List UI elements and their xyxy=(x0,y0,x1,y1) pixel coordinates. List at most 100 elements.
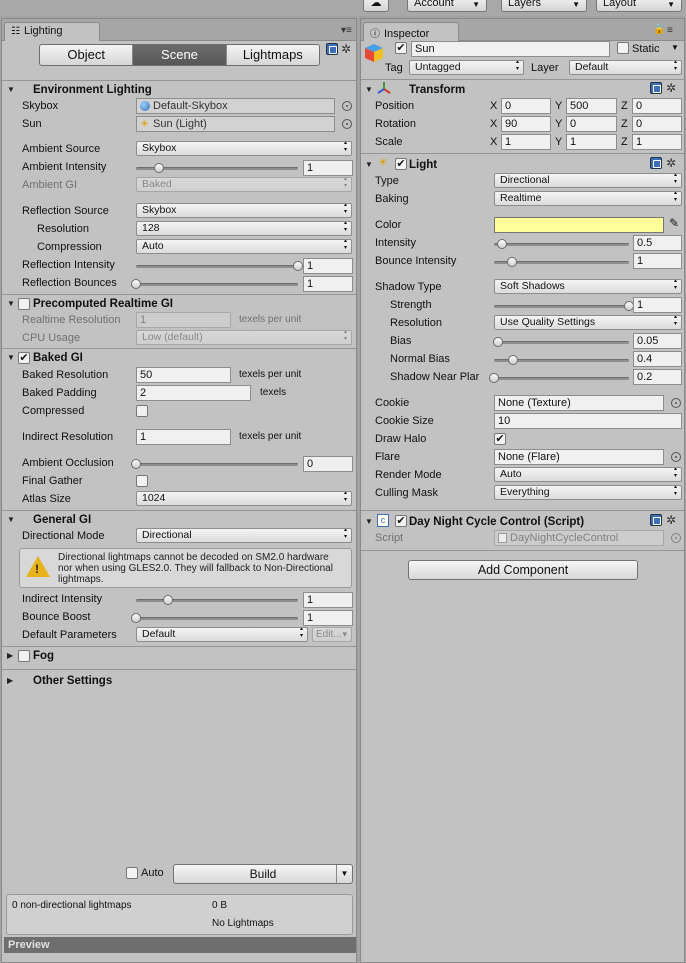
bias-input[interactable]: 0.05 xyxy=(633,333,682,349)
gear-icon[interactable]: ✲ xyxy=(666,82,676,94)
slider-thumb[interactable] xyxy=(153,163,164,173)
normal-bias-input[interactable]: 0.4 xyxy=(633,351,682,367)
slider-thumb[interactable] xyxy=(489,373,499,383)
rotation-x-input[interactable]: 90 xyxy=(501,116,551,132)
scale-x-input[interactable]: 1 xyxy=(501,134,551,150)
ambient-occlusion-input[interactable]: 0 xyxy=(303,456,353,472)
default-parameters-dropdown[interactable]: Default xyxy=(136,627,308,642)
tab-lighting[interactable]: ☷ Lighting xyxy=(4,22,100,41)
indirect-intensity-input[interactable]: 1 xyxy=(303,592,353,608)
cookie-size-input[interactable]: 10 xyxy=(494,413,682,429)
slider-thumb[interactable] xyxy=(293,261,303,271)
ambient-intensity-input[interactable]: 1 xyxy=(303,160,353,176)
chevron-down-icon[interactable]: ▼ xyxy=(671,43,679,52)
foldout-expanded-icon[interactable]: ▼ xyxy=(365,83,373,97)
foldout-expanded-icon[interactable]: ▼ xyxy=(365,515,373,529)
auto-bake-checkbox[interactable] xyxy=(126,867,138,879)
bias-slider[interactable] xyxy=(493,337,629,347)
baking-dropdown[interactable]: Realtime xyxy=(494,191,682,206)
intensity-input[interactable]: 0.5 xyxy=(633,235,682,251)
bounce-intensity-input[interactable]: 1 xyxy=(633,253,682,269)
scale-y-input[interactable]: 1 xyxy=(566,134,617,150)
gear-icon[interactable]: ✲ xyxy=(666,157,676,169)
intensity-slider[interactable] xyxy=(494,239,629,249)
tab-lightmaps[interactable]: Lightmaps xyxy=(227,45,319,65)
lock-icon[interactable]: 🔒 xyxy=(653,24,665,35)
tab-inspector[interactable]: ⓘ Inspector xyxy=(363,22,459,41)
slider-thumb[interactable] xyxy=(506,257,517,267)
position-y-input[interactable]: 500 xyxy=(566,98,617,114)
tab-object[interactable]: Object xyxy=(40,45,134,65)
slider-thumb[interactable] xyxy=(493,337,504,347)
ambient-intensity-slider[interactable] xyxy=(136,163,298,173)
shadow-resolution-dropdown[interactable]: Use Quality Settings xyxy=(494,315,682,330)
object-picker-icon[interactable] xyxy=(671,452,681,462)
final-gather-checkbox[interactable] xyxy=(136,475,148,487)
account-dropdown[interactable]: Account ▼ xyxy=(407,0,487,12)
tag-dropdown[interactable]: Untagged xyxy=(409,60,524,75)
bounce-boost-slider[interactable] xyxy=(131,613,298,623)
ambient-source-dropdown[interactable]: Skybox xyxy=(136,141,352,156)
sun-field[interactable]: ☀ Sun (Light) xyxy=(136,116,335,132)
gameobject-name-input[interactable]: Sun xyxy=(411,41,610,57)
reflection-intensity-input[interactable]: 1 xyxy=(303,258,353,274)
realtime-resolution-input[interactable]: 1 xyxy=(136,312,231,328)
rotation-y-input[interactable]: 0 xyxy=(566,116,617,132)
directional-mode-dropdown[interactable]: Directional xyxy=(136,528,352,543)
rotation-z-input[interactable]: 0 xyxy=(632,116,682,132)
compressed-checkbox[interactable] xyxy=(136,405,148,417)
slider-thumb[interactable] xyxy=(497,239,508,249)
precomputed-gi-checkbox[interactable] xyxy=(18,298,30,310)
position-x-input[interactable]: 0 xyxy=(501,98,551,114)
atlas-size-dropdown[interactable]: 1024 xyxy=(136,491,352,506)
slider-thumb[interactable] xyxy=(131,613,141,623)
render-mode-dropdown[interactable]: Auto xyxy=(494,467,682,482)
reflection-intensity-slider[interactable] xyxy=(136,261,303,271)
skybox-field[interactable]: Default-Skybox xyxy=(136,98,335,114)
strength-input[interactable]: 1 xyxy=(633,297,682,313)
panel-menu-icon[interactable]: ▾≡ xyxy=(341,25,352,36)
edit-parameters-button[interactable]: Edit... xyxy=(312,627,352,642)
script-enabled-checkbox[interactable]: ✔ xyxy=(395,515,407,527)
cpu-usage-dropdown[interactable]: Low (default) xyxy=(136,330,352,345)
foldout-collapsed-icon[interactable]: ▶ xyxy=(7,674,13,688)
object-picker-icon[interactable] xyxy=(342,119,352,129)
draw-halo-checkbox[interactable]: ✔ xyxy=(494,433,506,445)
flare-field[interactable]: None (Flare) xyxy=(494,449,664,465)
compression-dropdown[interactable]: Auto xyxy=(136,239,352,254)
ambient-gi-dropdown[interactable]: Baked xyxy=(136,177,352,192)
help-book-icon[interactable] xyxy=(650,157,662,169)
slider-thumb[interactable] xyxy=(507,355,518,365)
cookie-field[interactable]: None (Texture) xyxy=(494,395,664,411)
reflection-resolution-dropdown[interactable]: 128 xyxy=(136,221,352,236)
help-book-icon[interactable] xyxy=(650,82,662,94)
position-z-input[interactable]: 0 xyxy=(632,98,682,114)
foldout-expanded-icon[interactable]: ▼ xyxy=(365,158,373,172)
reflection-bounces-input[interactable]: 1 xyxy=(303,276,353,292)
cloud-button[interactable]: ☁ xyxy=(363,0,389,12)
baked-resolution-input[interactable]: 50 xyxy=(136,367,231,383)
foldout-collapsed-icon[interactable]: ▶ xyxy=(7,649,13,663)
panel-menu-icon[interactable]: ≡ xyxy=(667,25,673,36)
foldout-expanded-icon[interactable]: ▼ xyxy=(7,351,15,365)
tab-scene[interactable]: Scene xyxy=(133,45,227,65)
reflection-bounces-slider[interactable] xyxy=(131,279,298,289)
fog-checkbox[interactable] xyxy=(18,650,30,662)
indirect-intensity-slider[interactable] xyxy=(136,595,298,605)
gear-icon[interactable]: ✲ xyxy=(341,43,351,55)
layout-dropdown[interactable]: Layout ▼ xyxy=(596,0,682,12)
light-type-dropdown[interactable]: Directional xyxy=(494,173,682,188)
object-picker-icon[interactable] xyxy=(671,398,681,408)
static-checkbox[interactable] xyxy=(617,42,629,54)
reflection-source-dropdown[interactable]: Skybox xyxy=(136,203,352,218)
layers-dropdown[interactable]: Layers ▼ xyxy=(501,0,587,12)
foldout-expanded-icon[interactable]: ▼ xyxy=(7,513,15,527)
light-enabled-checkbox[interactable]: ✔ xyxy=(395,158,407,170)
slider-thumb[interactable] xyxy=(163,595,174,605)
slider-thumb[interactable] xyxy=(131,279,141,289)
baked-gi-checkbox[interactable]: ✔ xyxy=(18,352,30,364)
baked-padding-input[interactable]: 2 xyxy=(136,385,251,401)
culling-mask-dropdown[interactable]: Everything xyxy=(494,485,682,500)
normal-bias-slider[interactable] xyxy=(494,355,629,365)
build-options-dropdown[interactable]: ▼ xyxy=(336,865,352,883)
